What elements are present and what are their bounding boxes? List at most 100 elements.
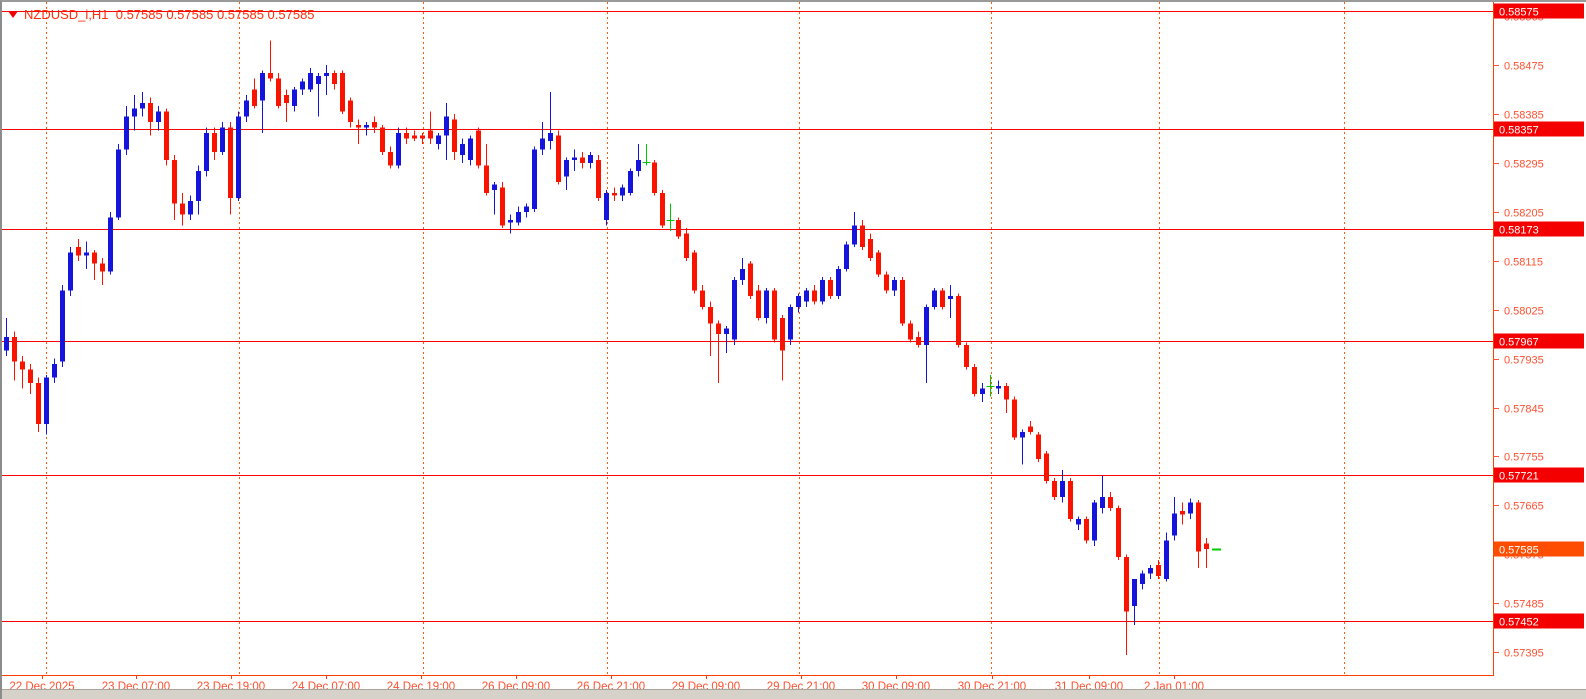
bear-candle-body [972,367,977,394]
bull-candle-body [52,364,57,378]
price-tick-label: 0.57485 [1504,599,1544,611]
bear-candle-body [500,187,505,225]
bear-candle-body [100,263,105,271]
bear-candle-body [780,318,785,351]
bull-candle-body [68,253,73,291]
price-tick-label: 0.57755 [1504,452,1544,464]
bear-candle-body [828,280,833,296]
bear-candle-body [420,136,425,139]
bear-candle-body [284,95,289,103]
bear-candle-body [452,119,457,152]
bull-candle-body [796,296,801,307]
bear-candle-body [916,337,921,345]
bull-candle-body [460,144,465,155]
bear-candle-body [1204,543,1209,548]
bear-candle-body [1004,386,1009,400]
bull-candle-body [132,109,137,117]
bull-candle-body [1076,519,1081,524]
bull-candle-body [116,149,121,217]
bear-candle-body [1108,497,1113,508]
bull-candle-body [236,117,241,199]
bear-candle-body [1180,511,1185,515]
bear-candle-body [388,152,393,166]
bull-candle-body [4,337,9,351]
bull-candle-body [492,185,497,190]
bull-candle-body [292,90,297,106]
bull-candle-body [396,133,401,166]
bear-candle-body [228,128,233,199]
bear-candle-body [1084,519,1089,541]
bull-candle-body [788,307,793,340]
bear-candle-body [676,220,681,236]
bear-candle-body [12,337,17,361]
bull-candle-body [1060,481,1065,497]
bear-candle-body [692,253,697,291]
bear-candle-body [556,136,561,182]
bull-candle-body [604,193,609,220]
bear-candle-body [1196,503,1201,552]
bear-candle-body [868,239,873,258]
bull-candle-body [628,171,633,193]
price-tick-label: 0.57665 [1504,501,1544,513]
bull-candle-body [108,217,113,271]
bear-candle-body [36,383,41,424]
collapse-triangle-icon[interactable] [8,11,18,18]
bear-candle-body [1124,557,1129,611]
chart-title: NZDUSD_i,H1 0.57585 0.57585 0.57585 0.57… [8,7,315,22]
bear-candle-body [1156,565,1161,576]
bull-candle-body [804,291,809,302]
price-tick-label: 0.58115 [1504,257,1543,269]
bear-candle-body [404,133,409,138]
bull-candle-body [932,291,937,307]
price-tick-label: 0.58385 [1504,110,1544,122]
bull-candle-body [620,187,625,195]
bear-candle-body [580,157,585,162]
bear-candle-body [1036,435,1041,459]
bull-candle-body [1164,541,1169,579]
bull-candle-body [948,296,953,299]
price-level-box-label: 0.58575 [1499,7,1539,19]
bull-candle-body [980,389,985,394]
bear-candle-body [356,125,361,128]
bear-candle-body [380,128,385,152]
bear-candle-body [748,263,753,296]
bear-candle-body [412,136,417,139]
bear-candle-body [596,160,601,198]
bear-candle-body [956,296,961,345]
bull-candle-body [516,212,521,223]
bull-candle-body [1020,432,1025,437]
bull-candle-body [196,171,201,201]
bull-candle-body [140,103,145,108]
bear-candle-body [1012,399,1017,437]
bear-candle-body [1044,454,1049,481]
bull-candle-body [764,291,769,318]
bull-candle-body [1172,514,1177,536]
bear-candle-body [716,323,721,334]
price-tick-label: 0.58025 [1504,306,1544,318]
bull-candle-body [316,76,321,84]
bear-candle-body [172,160,177,203]
bull-candle-body [1100,497,1105,508]
bull-candle-body [60,291,65,362]
bull-candle-body [996,386,1001,389]
chart-canvas[interactable]: 0.573950.574850.575750.576650.577550.578… [2,2,1586,699]
price-tick-label: 0.57935 [1504,355,1544,367]
price-level-box-label: 0.57721 [1499,471,1539,483]
bear-candle-body [276,79,281,106]
bull-candle-body [260,73,265,100]
bull-candle-body [852,225,857,244]
window-statusbar [2,689,1586,699]
bull-candle-body [1092,503,1097,541]
bull-candle-body [300,81,305,89]
bull-candle-body [724,329,729,334]
bear-candle-body [372,122,377,127]
price-level-box-label: 0.58357 [1499,125,1539,137]
bull-candle-body [524,206,529,211]
price-level-box-label: 0.58173 [1499,225,1539,237]
bull-candle-body [436,136,441,144]
bull-candle-body [532,149,537,209]
bear-candle-body [684,234,689,258]
bear-candle-body [700,291,705,307]
bull-candle-body [1148,568,1153,573]
bull-candle-body [156,111,161,122]
